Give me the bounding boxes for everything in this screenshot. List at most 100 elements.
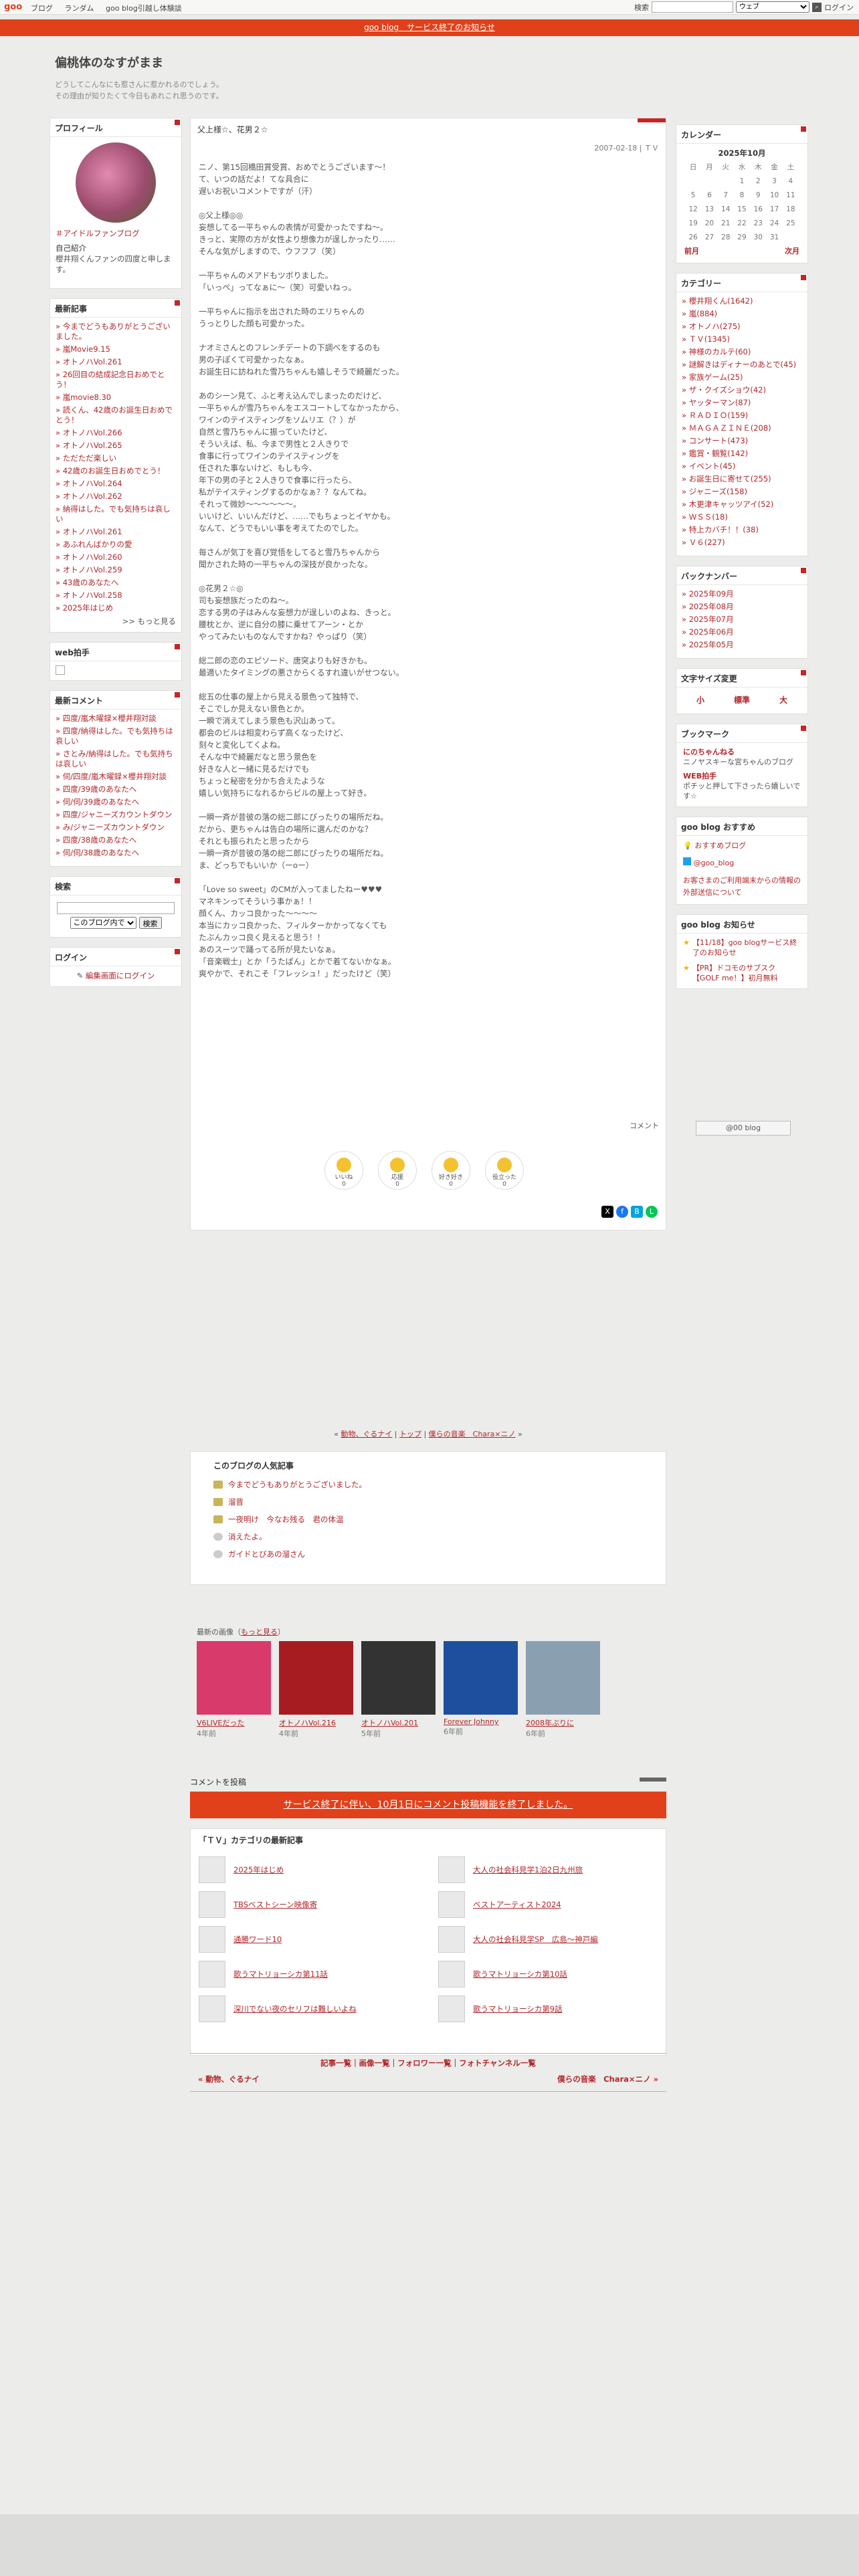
list-item[interactable]: ＲＡＤＩＯ(159) [682, 411, 802, 421]
thumbnail-image[interactable] [361, 1641, 436, 1715]
login-link[interactable]: ログイン [824, 2, 854, 13]
list-item[interactable]: み/ジャニーズカウントダウン [56, 823, 176, 833]
topbar-link-migration[interactable]: goo blog引越し体験談 [106, 4, 182, 13]
images-more-link[interactable]: もっと見る [241, 1628, 278, 1636]
thumbnail-image[interactable] [197, 1641, 271, 1715]
image-thumb[interactable]: オトノハVol.216 4年前 [279, 1641, 353, 1739]
category-article-link[interactable]: 大人の社会科見学1泊2日九州旅 [473, 1864, 583, 1875]
list-item[interactable]: オトノハVol.266 [56, 428, 176, 438]
list-item[interactable]: オトノハVol.259 [56, 565, 176, 575]
popular-item-4[interactable]: 消えたよ。 [228, 1531, 267, 1542]
list-item[interactable]: 納得はした。でも気持ちは哀しい [56, 504, 176, 524]
list-item[interactable]: ただただ楽しい [56, 453, 176, 463]
list-item[interactable]: 読くん、42歳のお誕生日おめでとう！ [56, 405, 176, 425]
list-item[interactable]: 43歳のあなたへ [56, 578, 176, 588]
list-item[interactable]: 伺/伺/39歳のあなたへ [56, 797, 176, 807]
list-item[interactable]: コンサート(473) [682, 436, 802, 446]
list-item[interactable]: 42歳のお誕生日おめでとう！ [56, 466, 176, 476]
blog-title[interactable]: 偏桃体のなすがまま [55, 53, 223, 71]
line-share-icon[interactable]: L [646, 1206, 658, 1218]
font-small-button[interactable]: 小 [696, 694, 704, 706]
reaction-love[interactable]: 好き好き 0 [432, 1151, 470, 1190]
popular-item-3[interactable]: 一夜明け 今なお残る 君の体温 [228, 1514, 344, 1525]
popular-item-5[interactable]: ガイドとびあの溜さん [228, 1549, 305, 1560]
news-item-1[interactable]: 【11/18】goo blogサービス終了のお知らせ [692, 938, 801, 958]
category-article-link[interactable]: 歌うマトリョーシカ第11話 [233, 1969, 328, 1979]
list-item[interactable]: ザ・クイズショウ(42) [682, 385, 802, 395]
list-item[interactable]: 伺/四度/嵐木曜録×櫻井翔対談 [56, 772, 176, 782]
font-normal-button[interactable]: 標準 [734, 694, 750, 706]
reaction-cheer[interactable]: 応援 0 [378, 1151, 417, 1190]
list-item[interactable]: あふれんばかりの愛 [56, 540, 176, 550]
list-item[interactable]: ＭＡＧＡＺＩＮＥ(208) [682, 423, 802, 433]
category-article-link[interactable]: TBSベストシーン映像寄 [233, 1899, 317, 1910]
goo-logo[interactable]: goo [4, 2, 22, 12]
category-article-link[interactable]: 大人の社会科見学SP 広島〜神戸編 [473, 1934, 598, 1945]
list-item[interactable]: 特上カバチ！！(38) [682, 525, 802, 535]
hatena-share-icon[interactable]: B [631, 1206, 643, 1218]
bottom-prev-link[interactable]: « 動物、ぐるナイ [198, 2074, 260, 2084]
article-title[interactable]: 父上様☆、花男２☆ [197, 124, 268, 135]
image-thumb[interactable]: オトノハVol.201 5年前 [361, 1641, 436, 1739]
thumbnail-image[interactable] [526, 1641, 600, 1715]
search-scope-select[interactable]: ウェブ [736, 1, 809, 13]
list-item[interactable]: ＴＶ(1345) [682, 334, 802, 344]
edit-login-link[interactable]: 編集画面にログイン [86, 971, 155, 980]
list-item[interactable]: 2025年06月 [682, 627, 802, 637]
list-item[interactable]: Ｖ６(227) [682, 538, 802, 548]
category-article-link[interactable]: 深川でない夜のセリフは難しいよね [233, 2004, 357, 2014]
profile-avatar[interactable] [76, 142, 156, 223]
list-item[interactable]: イベント(45) [682, 461, 802, 471]
list-item[interactable]: 2025年05月 [682, 640, 802, 650]
comment-link[interactable]: コメント [630, 1120, 659, 1131]
list-item[interactable]: 謎解きはディナーのあとで(45) [682, 360, 802, 370]
list-item[interactable]: ジャニーズ(158) [682, 487, 802, 497]
image-thumb[interactable]: Forever Johnny 6年前 [444, 1641, 518, 1739]
bottom-next-link[interactable]: 僕らの音楽 Chara×ニノ » [557, 2074, 658, 2084]
list-item[interactable]: オトノハVol.260 [56, 552, 176, 562]
reaction-helpful[interactable]: 役立った 0 [485, 1151, 524, 1190]
popular-item-1[interactable]: 今までどうもありがとうございました。 [228, 1479, 367, 1490]
list-item[interactable]: 伺/伺/38歳のあなたへ [56, 848, 176, 858]
list-item[interactable]: 四度/納得はした。でも気持ちは哀しい [56, 726, 176, 746]
webclap-image[interactable] [56, 665, 65, 675]
blog-search-input[interactable] [57, 902, 175, 914]
calendar-prev-link[interactable]: 前月 [684, 245, 699, 256]
goo-blog-badge[interactable]: @00 blog [696, 1121, 791, 1136]
list-item[interactable]: 2025年07月 [682, 615, 802, 625]
list-item[interactable]: 2025年はじめ [56, 603, 176, 613]
list-item[interactable]: オトノハVol.261 [56, 527, 176, 537]
bottom-index-links[interactable]: 記事一覧｜画像一覧｜フォロワー一覧｜フォトチャンネル一覧 [190, 2058, 666, 2068]
external-transmission-link[interactable]: お客さまのご利用端末からの情報の外部送信について [683, 875, 801, 899]
list-item[interactable]: オトノハVol.262 [56, 492, 176, 502]
topbar-search-input[interactable] [652, 1, 733, 13]
list-item[interactable]: オトノハVol.258 [56, 591, 176, 601]
list-item[interactable]: 嵐movie8.30 [56, 393, 176, 403]
list-item[interactable]: 神様のカルテ(60) [682, 347, 802, 357]
reaction-like[interactable]: いいね 0 [324, 1151, 363, 1190]
calendar-next-link[interactable]: 次月 [785, 245, 799, 256]
pager-next[interactable]: 僕らの音楽 Chara×ニノ [429, 1430, 516, 1438]
blog-search-button[interactable]: 検索 [138, 917, 162, 929]
list-item[interactable]: 家族ゲーム(25) [682, 372, 802, 383]
list-item[interactable]: 2025年09月 [682, 589, 802, 599]
list-item[interactable]: 今までどうもありがとうございました。 [56, 322, 176, 342]
category-article-link[interactable]: 歌うマトリョーシカ第9話 [473, 2004, 563, 2014]
thumbnail-image[interactable] [279, 1641, 353, 1715]
service-end-notice[interactable]: goo blog サービス終了のお知らせ [0, 19, 859, 36]
list-item[interactable]: 四度/38歳のあなたへ [56, 835, 176, 845]
article-meta[interactable]: 2007-02-18 | ＴＶ [594, 142, 659, 153]
x-share-icon[interactable]: X [601, 1206, 613, 1218]
recommend-blog-link[interactable]: おすすめブログ [694, 841, 746, 850]
category-article-link[interactable]: 歌うマトリョーシカ第10話 [473, 1969, 567, 1979]
category-article-link[interactable]: ベストアーティスト2024 [473, 1899, 561, 1910]
list-item[interactable]: さとみ/納得はした。でも気持ちは哀しい [56, 749, 176, 769]
topbar-link-random[interactable]: ランダム [65, 4, 94, 13]
pager-prev[interactable]: 動物、ぐるナイ [341, 1430, 392, 1438]
list-item[interactable]: オトノハVol.261 [56, 357, 176, 367]
list-item[interactable]: 26回目の結成記念日おめでとう！ [56, 370, 176, 390]
list-item[interactable]: 四度/嵐木曜録×櫻井翔対談 [56, 714, 176, 724]
font-large-button[interactable]: 大 [779, 694, 787, 706]
list-item[interactable]: オトノハVol.265 [56, 441, 176, 451]
bookmark-1-title[interactable]: にのちゃんねる [683, 747, 801, 757]
